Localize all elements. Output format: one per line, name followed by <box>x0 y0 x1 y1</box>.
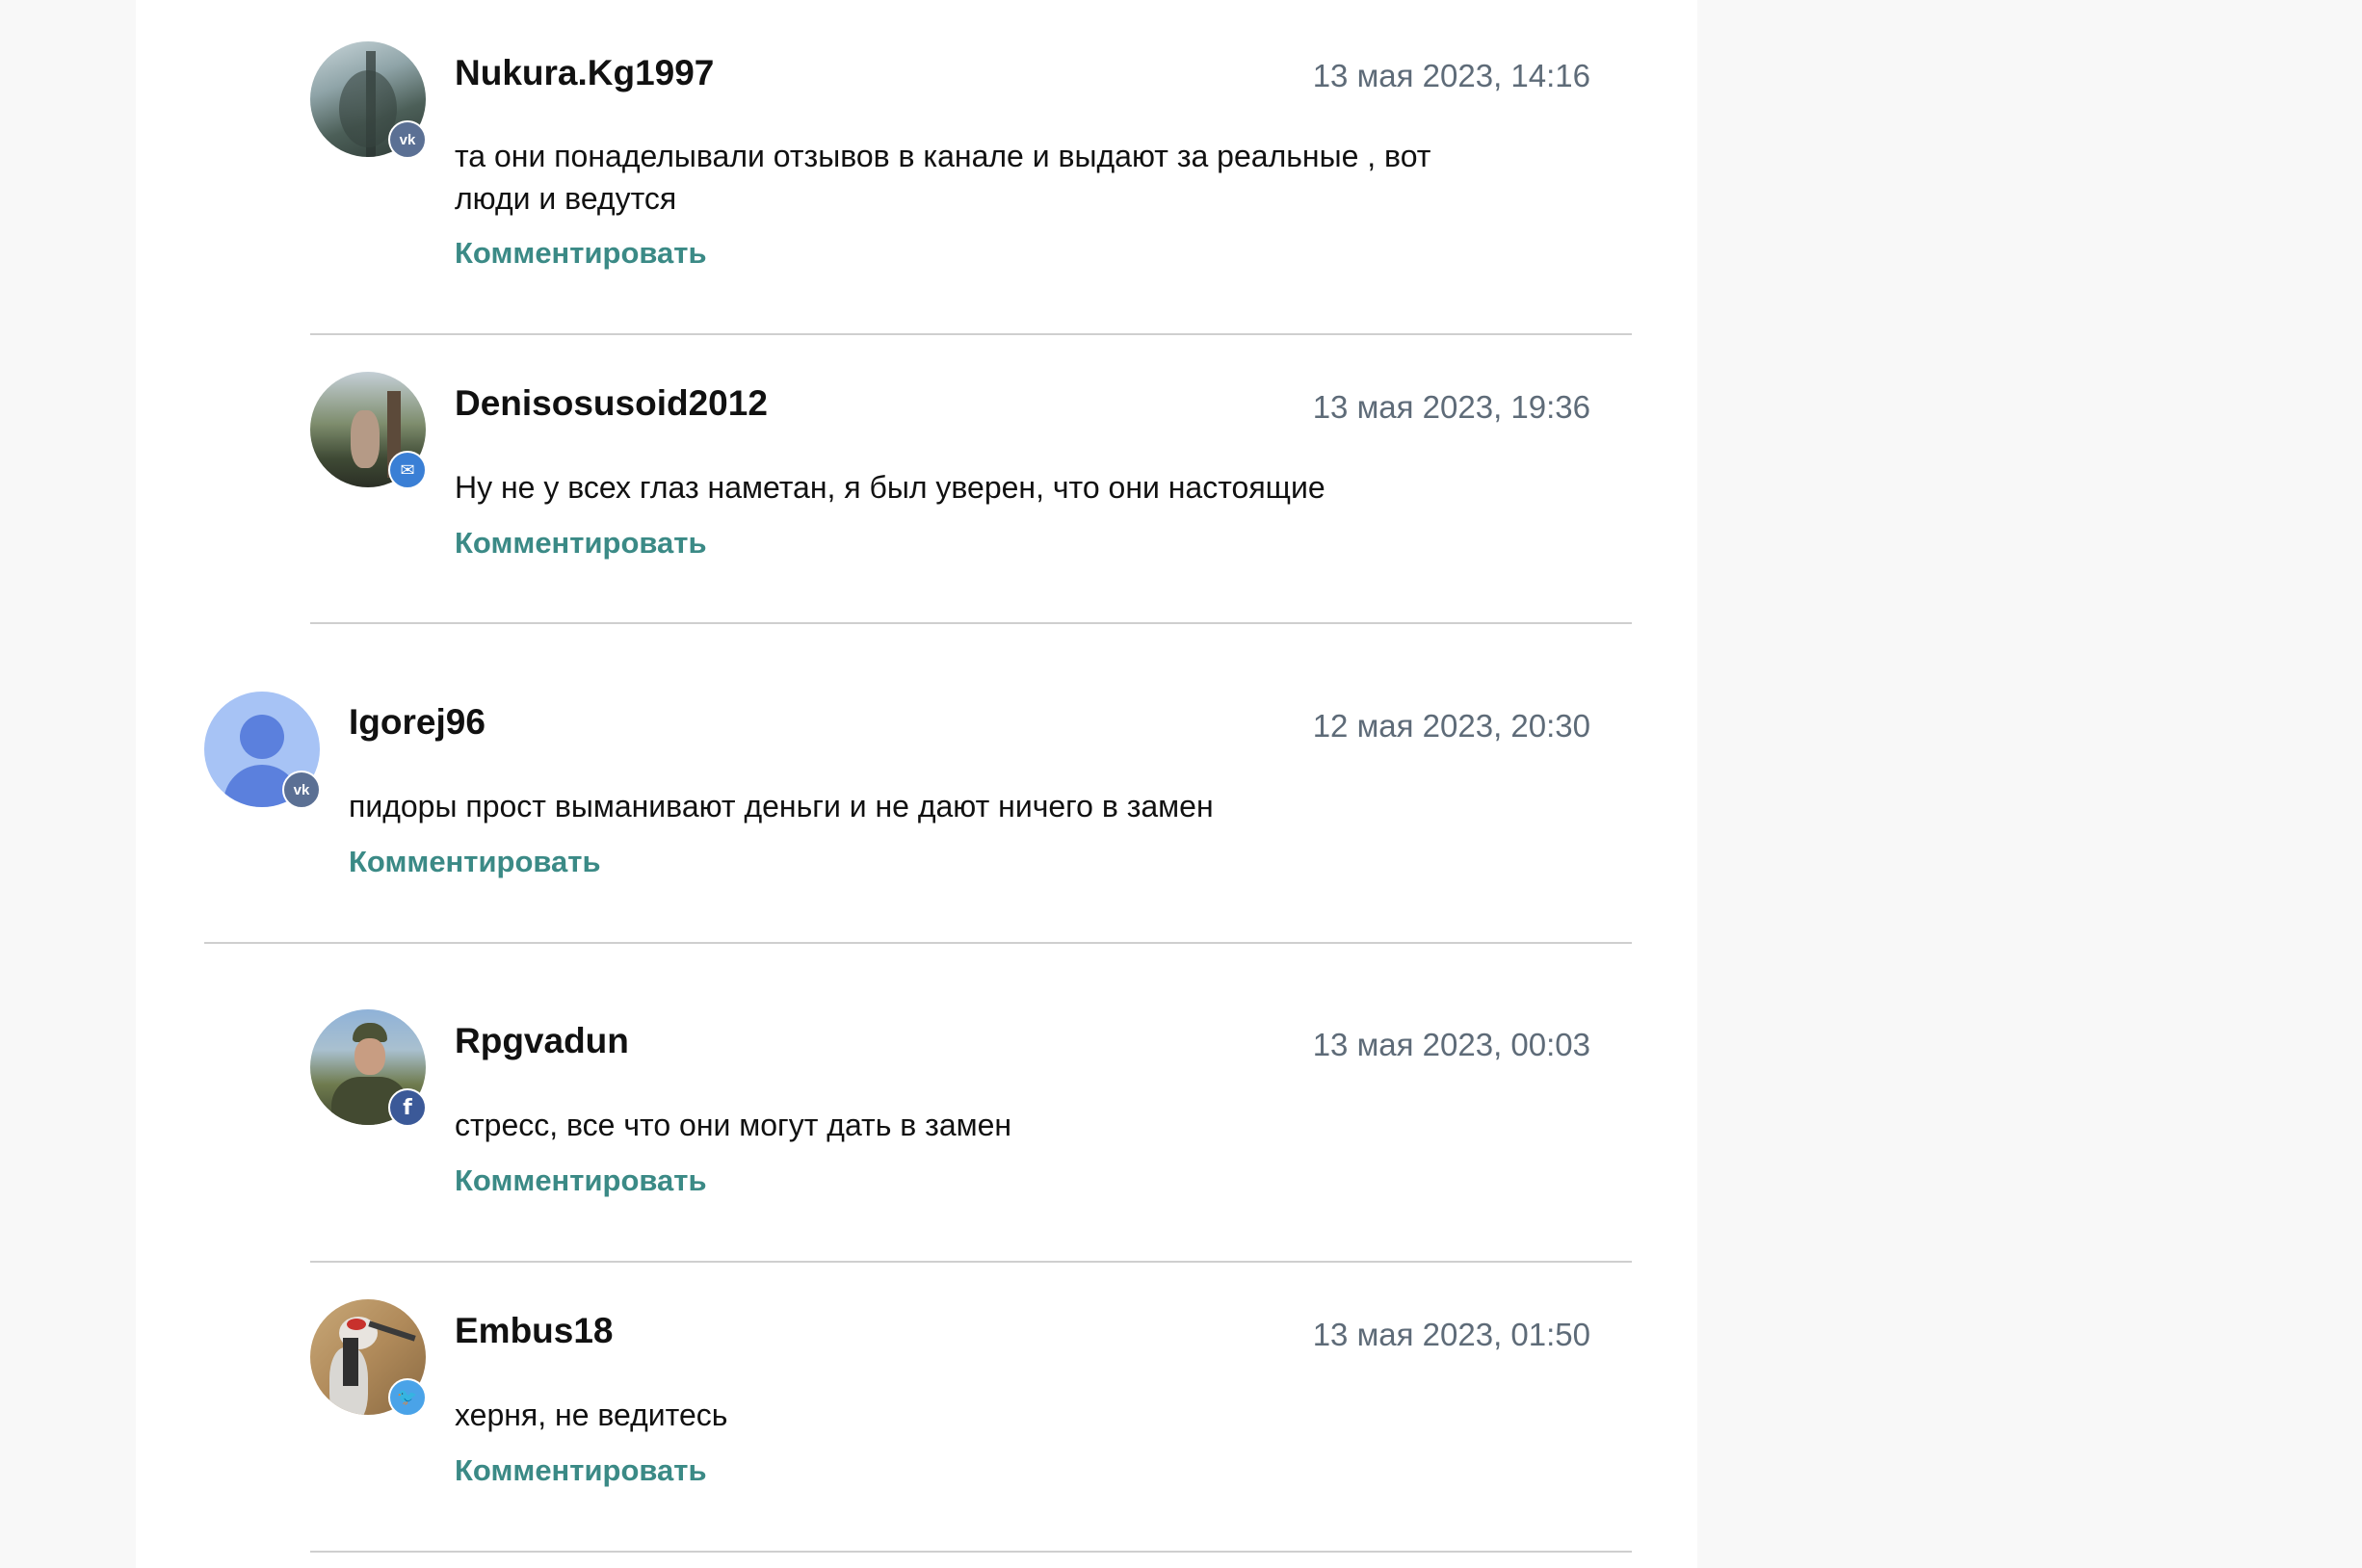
twitter-icon: 🐦 <box>388 1378 427 1417</box>
reply-button[interactable]: Комментировать <box>349 845 601 879</box>
comment-author[interactable]: Nukura.Kg1997 <box>455 53 714 93</box>
comments-panel: vk Nukura.Kg1997 13 мая 2023, 14:16 та о… <box>136 0 1697 1568</box>
vk-icon: vk <box>282 771 321 809</box>
divider <box>310 1261 1632 1263</box>
comment-author[interactable]: Igorej96 <box>349 702 486 743</box>
comment-author[interactable]: Embus18 <box>455 1311 614 1351</box>
comment-author[interactable]: Rpgvadun <box>455 1021 629 1061</box>
comment-date: 13 мая 2023, 19:36 <box>1312 389 1590 425</box>
reply-button[interactable]: Комментировать <box>455 1163 707 1198</box>
comment-text: пидоры прост выманивают деньги и не дают… <box>349 789 1214 823</box>
comment-date: 12 мая 2023, 20:30 <box>1312 708 1590 744</box>
comment-date: 13 мая 2023, 00:03 <box>1312 1027 1590 1062</box>
comment-author[interactable]: Denisosusoid2012 <box>455 383 768 424</box>
reply-button[interactable]: Комментировать <box>455 526 707 561</box>
facebook-icon: f <box>388 1088 427 1127</box>
comment-text: стресс, все что они могут дать в замен <box>455 1108 1012 1142</box>
comment-date: 13 мая 2023, 14:16 <box>1312 58 1590 93</box>
divider <box>310 333 1632 335</box>
divider <box>310 622 1632 624</box>
vk-icon: vk <box>388 120 427 159</box>
comment-text: херня, не ведитесь <box>455 1398 728 1432</box>
divider <box>310 1551 1632 1553</box>
comment-date: 13 мая 2023, 01:50 <box>1312 1317 1590 1352</box>
reply-button[interactable]: Комментировать <box>455 236 707 271</box>
reply-button[interactable]: Комментировать <box>455 1453 707 1488</box>
comment-text: Ну не у всех глаз наметан, я был уверен,… <box>455 470 1325 505</box>
divider <box>204 942 1632 944</box>
comment-text: та они понаделывали отзывов в канале и в… <box>455 139 1431 216</box>
mail-icon: ✉ <box>388 451 427 489</box>
user-icon <box>240 715 284 759</box>
